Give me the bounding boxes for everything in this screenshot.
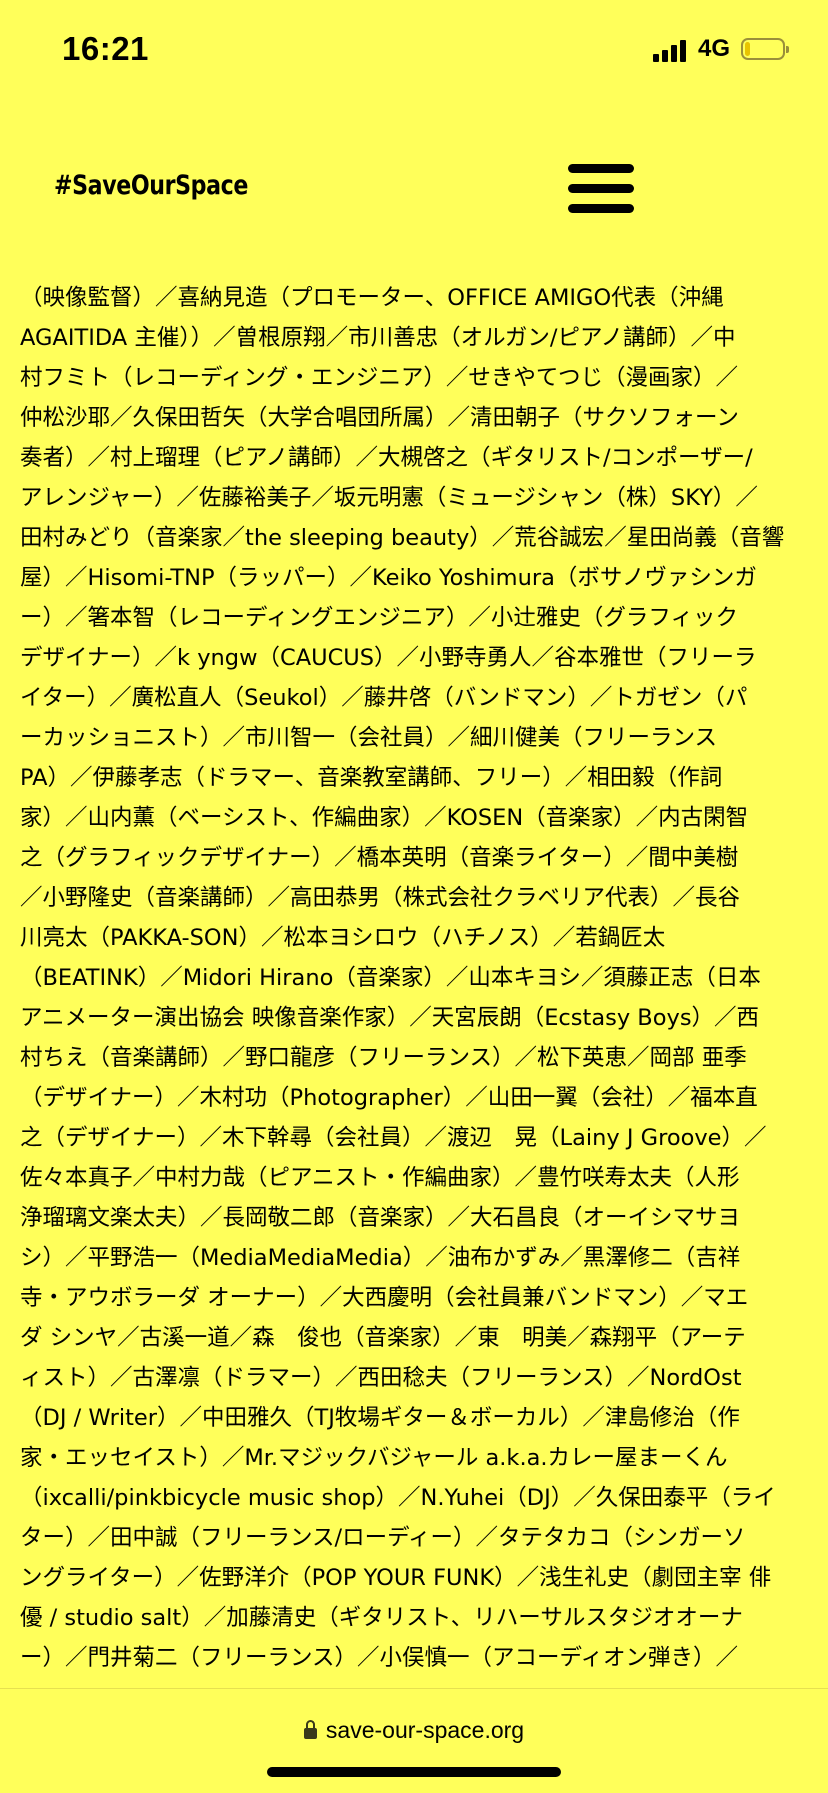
content-line: 仲松沙耶／久保田哲矢（大学合唱団所属）／清田朝子（サクソフォーン (20, 405, 739, 431)
content-line: （ixcalli/pinkbicycle music shop）／N.Yuhei… (20, 1485, 776, 1511)
content-line: 家・エッセイスト）／Mr.マジックバジャール a.k.a.カレー屋まーくん (20, 1445, 728, 1471)
browser-bottom-bar: save-our-space.org (0, 1688, 828, 1793)
content-line: 家）／山内薫（ベーシスト、作編曲家）／KOSEN（音楽家）／内古閑智 (20, 805, 749, 831)
content-line: ーカッショニスト）／市川智一（会社員）／細川健美（フリーランス (20, 725, 718, 751)
content-line: アレンジャー）／佐藤裕美子／坂元明憲（ミュージシャン（株）SKY）／ (20, 485, 758, 511)
content-line: 浄瑠璃文楽太夫）／長岡敬二郎（音楽家）／大石昌良（オーイシマサヨ (20, 1205, 741, 1231)
content-line: 屋）／Hisomi-TNP（ラッパー）／Keiko Yoshimura（ボサノヴ… (20, 565, 757, 591)
content-line: ター）／田中誠（フリーランス/ローディー）／タテタカコ（シンガーソ (20, 1525, 746, 1551)
supporter-list: （映像監督）／喜納見造（プロモーター、OFFICE AMIGO代表（沖縄 AGAI… (20, 278, 810, 1678)
content-line: （BEATINK）／Midori Hirano（音楽家）／山本キヨシ／須藤正志（… (20, 965, 761, 991)
content-line: （映像監督）／喜納見造（プロモーター、OFFICE AMIGO代表（沖縄 (20, 285, 724, 311)
battery-level (745, 42, 750, 56)
site-logo[interactable]: #SaveOurSpace (54, 170, 248, 201)
content-line: 佐々本真子／中村力哉（ピアニスト・作編曲家）／豊竹咲寿太夫（人形 (20, 1165, 740, 1191)
signal-strength-icon (653, 40, 691, 62)
content-line: 川亮太（PAKKA-SON）／松本ヨシロウ（ハチノス）／若鍋匠太 (20, 925, 666, 951)
lock-icon (303, 1720, 317, 1739)
home-indicator[interactable] (267, 1767, 561, 1777)
url-text: save-our-space.org (325, 1717, 525, 1743)
content-line: ダ シンヤ／古溪一道／森 俊也（音楽家）／東 明美／森翔平（アーテ (20, 1325, 746, 1351)
content-line: デザイナー）／k yngw（CAUCUS）／小野寺勇人／谷本雅世（フリーラ (20, 645, 757, 671)
status-time: 16:21 (62, 30, 149, 67)
battery-icon (741, 38, 789, 60)
content-line: イター）／廣松直人（Seukol）／藤井啓（バンドマン）／トガゼン（パ (20, 685, 748, 711)
content-line: 之（デザイナー）／木下幹尋（会社員）／渡辺 晃（Lainy J Groove）／ (20, 1125, 767, 1151)
content-line: ー）／箸本智（レコーディングエンジニア）／小辻雅史（グラフィック (20, 605, 738, 631)
content-line: ー）／門井菊二（フリーランス）／小俣慎一（アコーディオン弾き）／ (20, 1645, 738, 1671)
content-line: 村ちえ（音楽講師）／野口龍彦（フリーランス）／松下英恵／岡部 亜季 (20, 1045, 747, 1071)
content-line: 奏者）／村上瑠理（ピアノ講師）／大槻啓之（ギタリスト/コンポーザー/ (20, 445, 753, 471)
content-line: PA）／伊藤孝志（ドラマー、音楽教室講師、フリー）／相田毅（作詞 (20, 765, 723, 791)
network-type: 4G (698, 35, 731, 62)
url-bar[interactable]: save-our-space.org (0, 1717, 828, 1744)
content-line: （デザイナー）／木村功（Photographer）／山田一翼（会社）／福本直 (20, 1085, 758, 1111)
content-line: アニメーター演出協会 映像音楽作家）／天宮辰朗（Ecstasy Boys）／西 (20, 1005, 760, 1031)
status-bar: 16:21 4G (0, 0, 828, 100)
content-line: ／小野隆史（音楽講師）／高田恭男（株式会社クラベリア代表）／長谷 (20, 885, 741, 911)
content-line: 優 / studio salt）／加藤清史（ギタリスト、リハーサルスタジオオーナ (20, 1605, 743, 1631)
content-line: ィスト）／古澤凛（ドラマー）／西田稔夫（フリーランス）／NordOst (20, 1365, 742, 1391)
content-line: ングライター）／佐野洋介（POP YOUR FUNK）／浅生礼史（劇団主宰 俳 (20, 1565, 772, 1591)
content-line: シ）／平野浩一（MediaMediaMedia）／油布かずみ／黒澤修二（吉祥 (20, 1245, 741, 1271)
content-line: （DJ / Writer）／中田雅久（TJ牧場ギター＆ボーカル）／津島修治（作 (20, 1405, 740, 1431)
content-line: 村フミト（レコーディング・エンジニア）／せきやてつじ（漫画家）／ (20, 365, 738, 391)
content-line: 寺・アウボラーダ オーナー）／大西慶明（会社員兼バンドマン）／マエ (20, 1285, 749, 1311)
content-line: 田村みどり（音楽家／the sleeping beauty）／荒谷誠宏／星田尚義… (20, 525, 785, 551)
content-line: AGAITIDA 主催））／曽根原翔／市川善忠（オルガン/ピアノ講師）／中 (20, 325, 736, 351)
content-line: 之（グラフィックデザイナー）／橋本英明（音楽ライター）／間中美樹 (20, 845, 739, 871)
hamburger-menu-icon[interactable] (568, 164, 634, 214)
